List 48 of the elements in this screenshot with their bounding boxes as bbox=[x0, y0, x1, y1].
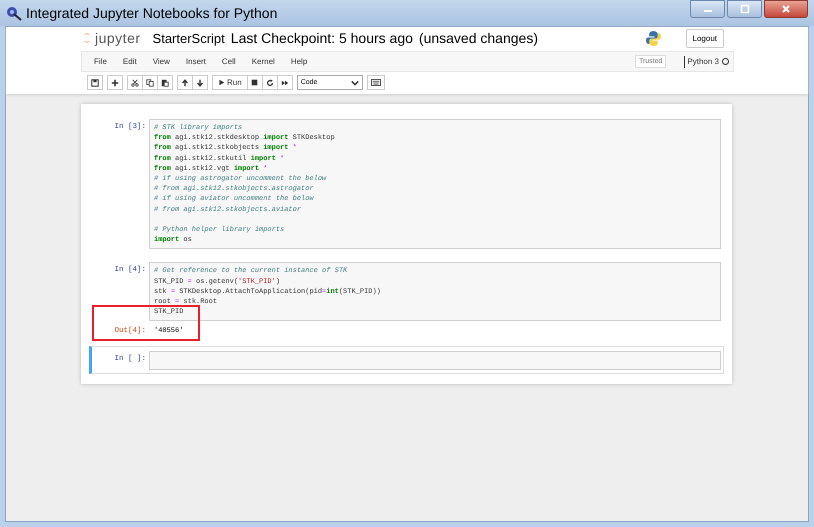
maximize-button[interactable] bbox=[727, 0, 762, 18]
minimize-button[interactable] bbox=[690, 0, 725, 18]
keyboard-icon bbox=[370, 79, 381, 86]
arrow-up-icon bbox=[181, 78, 189, 86]
cut-button[interactable] bbox=[127, 75, 143, 90]
menu-item[interactable]: File bbox=[86, 57, 115, 66]
checkpoint-status: Last Checkpoint: 5 hours ago bbox=[230, 30, 413, 46]
fast-forward-icon bbox=[280, 78, 289, 86]
close-button[interactable] bbox=[764, 0, 808, 18]
run-button[interactable]: Run bbox=[212, 75, 248, 90]
add-cell-button[interactable] bbox=[107, 75, 123, 90]
restart-button[interactable] bbox=[262, 75, 278, 90]
menu-item[interactable]: Cell bbox=[214, 57, 244, 66]
paste-icon bbox=[161, 78, 169, 86]
scissors-icon bbox=[131, 78, 139, 86]
window-title: Integrated Jupyter Notebooks for Python bbox=[26, 5, 278, 21]
menu-item[interactable]: Kernel bbox=[244, 57, 283, 66]
notebook-name[interactable]: StarterScript bbox=[152, 30, 225, 46]
menu-item[interactable]: Insert bbox=[178, 57, 214, 66]
paste-button[interactable] bbox=[158, 75, 173, 90]
move-down-button[interactable] bbox=[193, 75, 208, 90]
kernel-name: Python 3 bbox=[687, 57, 719, 66]
save-button[interactable] bbox=[87, 75, 103, 90]
jupyter-logo-text: jupyter bbox=[95, 30, 141, 46]
arrow-down-icon bbox=[196, 78, 204, 86]
play-icon bbox=[218, 79, 225, 86]
code-input[interactable] bbox=[149, 351, 721, 370]
app-icon bbox=[6, 5, 22, 21]
plus-icon bbox=[111, 78, 119, 86]
copy-button[interactable] bbox=[143, 75, 158, 90]
maximize-icon bbox=[740, 4, 750, 14]
autosave-status: (unsaved changes) bbox=[418, 30, 538, 46]
jupyter-logo-icon bbox=[82, 31, 92, 45]
move-up-button[interactable] bbox=[177, 75, 193, 90]
copy-icon bbox=[146, 78, 154, 86]
stop-icon bbox=[251, 79, 258, 86]
menu-item[interactable]: Help bbox=[282, 57, 316, 66]
python-logo-icon bbox=[644, 30, 662, 46]
fast-forward-button[interactable] bbox=[278, 75, 293, 90]
logout-button[interactable]: Logout bbox=[686, 28, 724, 48]
restart-icon bbox=[266, 78, 274, 86]
stop-button[interactable] bbox=[248, 75, 263, 90]
menu-item[interactable]: View bbox=[144, 57, 178, 66]
caret-icon bbox=[350, 78, 359, 86]
code-input[interactable] bbox=[149, 119, 721, 250]
close-icon bbox=[781, 4, 791, 14]
keyboard-button[interactable] bbox=[366, 75, 385, 90]
menu-item[interactable]: Edit bbox=[114, 57, 145, 66]
